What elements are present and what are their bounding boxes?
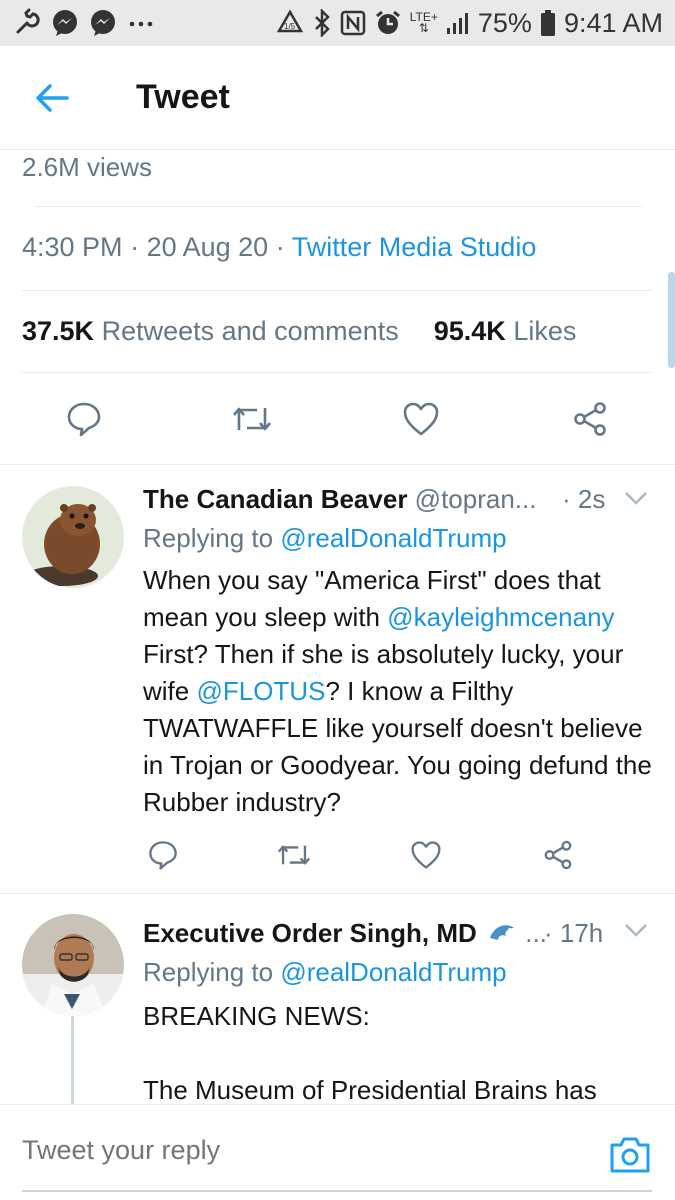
replying-to: Replying to @realDonaldTrump (143, 957, 507, 988)
share-icon (544, 840, 572, 870)
battery-percent: 75% (477, 7, 532, 38)
tweet-time: 4:30 PM (22, 232, 123, 262)
scrollbar[interactable] (668, 272, 675, 368)
page-title: Tweet (136, 78, 230, 116)
arrow-left-icon (36, 83, 69, 112)
back-button[interactable] (2, 46, 102, 150)
reply-composer (0, 1104, 675, 1200)
status-bar: 1/5 LTE+ ⇅ 75% 9:41 AM (0, 0, 675, 46)
replying-to: Replying to @realDonaldTrump (143, 523, 507, 554)
status-time: 9:41 AM (563, 7, 663, 38)
reply-text-line: BREAKING NEWS: (143, 1001, 370, 1031)
share-button[interactable] (566, 395, 614, 443)
reply-text: BREAKING NEWS: The Museum of Presidentia… (143, 998, 663, 1109)
divider (22, 372, 652, 373)
messenger-icon (88, 8, 118, 38)
divider (22, 290, 652, 291)
mention-link[interactable]: @realDonaldTrump (280, 523, 506, 553)
share-icon (574, 402, 606, 436)
reply-button[interactable] (139, 831, 187, 879)
thread-connector (71, 1016, 74, 1106)
status-bar-right: 1/5 LTE+ ⇅ 75% 9:41 AM (276, 8, 663, 39)
chevron-down-icon (625, 492, 647, 505)
display-name[interactable]: Executive Order Singh, MD (143, 918, 477, 948)
tweet-source-link[interactable]: Twitter Media Studio (292, 232, 537, 262)
messenger-icon (50, 8, 80, 38)
nfc-icon (340, 9, 366, 37)
mention-link[interactable]: @kayleighmcenany (387, 602, 614, 632)
mention-link[interactable]: @FLOTUS (196, 676, 325, 706)
lte-icon: LTE+ ⇅ (409, 10, 438, 35)
reply-timestamp: · 2s (562, 484, 606, 514)
bluetooth-icon (312, 9, 332, 37)
reply-text: When you say "America First" does that m… (143, 562, 663, 821)
reply-input[interactable] (22, 1135, 522, 1166)
heart-icon (411, 841, 441, 869)
heart-icon (403, 402, 439, 436)
share-button[interactable] (534, 831, 582, 879)
user-handle: @topran... (414, 484, 537, 514)
comment-icon (67, 402, 101, 437)
replying-prefix: Replying to (143, 523, 274, 553)
camera-button[interactable] (608, 1135, 652, 1175)
likes-count: 95.4K (433, 316, 506, 346)
tweet-date: 20 Aug 20 (146, 232, 269, 262)
battery-icon (540, 9, 556, 37)
avatar[interactable] (22, 914, 124, 1016)
reply-timestamp: · 17h (544, 918, 604, 948)
top-app-bar: Tweet (0, 46, 675, 150)
likes-label: Likes (513, 316, 577, 346)
mention-link[interactable]: @realDonaldTrump (280, 957, 506, 987)
retweet-button[interactable] (270, 831, 318, 879)
retweets-stat[interactable]: 37.5K Retweets and comments (22, 316, 399, 346)
status-bar-left (12, 8, 156, 38)
retweet-icon (233, 407, 271, 431)
likes-stat[interactable]: 95.4K Likes (434, 316, 577, 346)
tweet-menu-button[interactable] (622, 488, 650, 513)
camera-icon (610, 1137, 650, 1173)
wave-emoji-icon (488, 920, 518, 951)
tweet-stats-row: 37.5K Retweets and comments 95.4K Likes (22, 316, 576, 347)
comment-icon (149, 841, 177, 870)
tweet-menu-button[interactable] (622, 920, 650, 945)
replying-prefix: Replying to (143, 957, 274, 987)
alarm-icon (374, 9, 402, 37)
divider (0, 893, 675, 894)
reply-header: The Canadian Beaver @topran... (143, 484, 536, 515)
like-button[interactable] (402, 831, 450, 879)
svg-text:1/5: 1/5 (284, 22, 296, 31)
reply-button[interactable] (60, 395, 108, 443)
signal-icon (446, 10, 470, 36)
recycle-icon: 1/5 (276, 9, 304, 37)
retweets-label: Retweets and comments (101, 316, 399, 346)
reply-header: Executive Order Singh, MD ... (143, 918, 547, 951)
avatar[interactable] (22, 486, 124, 588)
retweets-count: 37.5K (22, 316, 95, 346)
retweet-icon (277, 845, 311, 865)
divider (0, 464, 675, 465)
input-underline (22, 1190, 652, 1192)
view-count: 2.6M views (22, 152, 153, 182)
more-dots-icon (126, 8, 156, 38)
retweet-button[interactable] (228, 395, 276, 443)
wrench-icon (12, 8, 42, 38)
like-button[interactable] (397, 395, 445, 443)
display-name[interactable]: The Canadian Beaver (143, 484, 407, 514)
tweet-timestamp-row: 4:30 PM · 20 Aug 20 · Twitter Media Stud… (22, 232, 537, 262)
chevron-down-icon (625, 924, 647, 937)
divider (34, 206, 642, 207)
